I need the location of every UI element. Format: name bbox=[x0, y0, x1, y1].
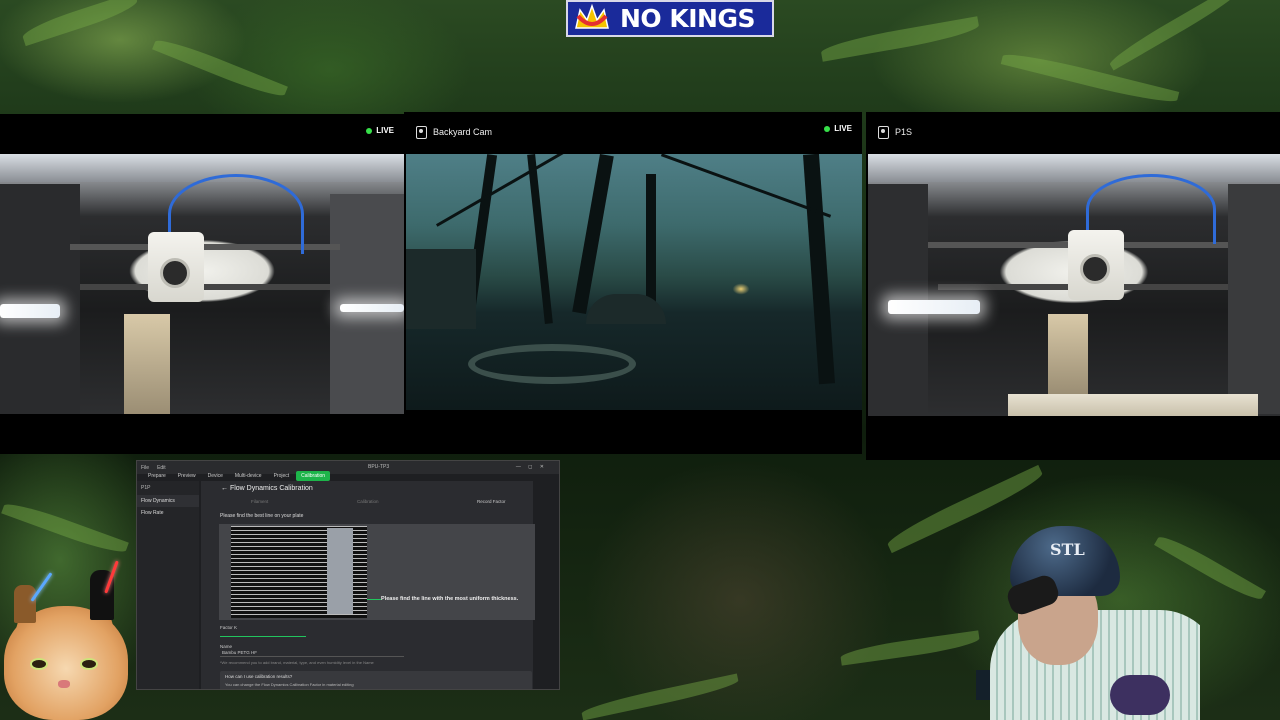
camera-title: Backyard Cam bbox=[433, 127, 493, 137]
backyard-camera-feed bbox=[406, 154, 862, 410]
window-title: BPU-TP3 bbox=[368, 464, 390, 470]
live-label: LIVE bbox=[376, 126, 394, 135]
calibration-plate-image bbox=[231, 526, 367, 618]
live-indicator: LIVE bbox=[824, 124, 852, 133]
logo-text: NO KINGS bbox=[620, 4, 756, 33]
back-arrow-icon[interactable]: ← bbox=[221, 485, 230, 492]
tab-preview[interactable]: Preview bbox=[173, 471, 201, 481]
crown-icon bbox=[572, 2, 612, 35]
factor-k-input[interactable] bbox=[220, 631, 306, 637]
faq-answer: You can change the Flow Dynamics Calibra… bbox=[225, 682, 354, 687]
factor-k-label: Factor K bbox=[220, 625, 238, 630]
streamer-webcam: STL bbox=[960, 520, 1200, 720]
instruction-text: Please find the best line on your plate bbox=[220, 513, 304, 519]
camera-panel-left[interactable]: LIVE bbox=[0, 114, 404, 454]
faq-box: How can I use calibration results? You c… bbox=[220, 671, 532, 689]
app-tabbar: Prepare Preview Device Multi-device Proj… bbox=[137, 470, 332, 481]
tab-calibration[interactable]: Calibration bbox=[296, 470, 331, 481]
no-kings-logo: NO KINGS bbox=[566, 0, 774, 37]
camera-title: P1S bbox=[895, 127, 913, 137]
printer-selector[interactable]: P1P bbox=[137, 481, 199, 495]
step-calibration: Calibration bbox=[357, 499, 379, 504]
sidebar-item-flow-rate[interactable]: Flow Rate bbox=[137, 507, 199, 519]
p1s-camera-feed bbox=[868, 154, 1280, 416]
live-label: LIVE bbox=[834, 124, 852, 133]
step-record-factor: Record Factor bbox=[477, 499, 506, 504]
tab-multi-device[interactable]: Multi-device bbox=[230, 471, 267, 481]
tab-prepare[interactable]: Prepare bbox=[143, 471, 171, 481]
window-controls[interactable]: — ◻ ✕ bbox=[516, 464, 547, 470]
live-dot-icon bbox=[366, 127, 373, 134]
calibration-main-panel: ← Flow Dynamics Calibration Filament Cal… bbox=[201, 481, 535, 689]
camera-header bbox=[0, 114, 404, 154]
camera-header: P1S bbox=[866, 112, 1280, 152]
plate-message: Please find the line with the most unifo… bbox=[381, 596, 519, 602]
camera-header: Backyard Cam bbox=[404, 112, 862, 152]
pointer-arrow bbox=[367, 599, 381, 600]
camera-panel-backyard[interactable]: Backyard Cam LIVE bbox=[404, 112, 862, 454]
step-filament: Filament bbox=[251, 499, 269, 504]
live-indicator: LIVE bbox=[366, 126, 394, 135]
camera-panel-p1s[interactable]: P1S bbox=[866, 112, 1280, 460]
step-indicator: Filament Calibration Record Factor bbox=[221, 499, 533, 509]
camera-icon bbox=[878, 125, 889, 139]
page-title-text: Flow Dynamics Calibration bbox=[229, 485, 313, 492]
calibration-sidebar: P1P Flow Dynamics Flow Rate bbox=[137, 481, 199, 689]
sidebar-item-flow-dynamics[interactable]: Flow Dynamics bbox=[137, 495, 199, 507]
live-dot-icon bbox=[824, 125, 831, 132]
faq-question: How can I use calibration results? bbox=[225, 674, 293, 679]
plate-preview: Please find the line with the most unifo… bbox=[219, 524, 535, 620]
helmet-text: STL bbox=[1050, 540, 1085, 559]
name-hint: *We recommend you to add brand, material… bbox=[220, 660, 374, 665]
jedi-figurine bbox=[14, 585, 36, 623]
camera-icon bbox=[416, 125, 427, 139]
name-label: Name bbox=[220, 644, 233, 649]
printer-camera-feed bbox=[0, 154, 404, 414]
tab-device[interactable]: Device bbox=[203, 471, 228, 481]
tab-project[interactable]: Project bbox=[269, 471, 295, 481]
calibration-app-window[interactable]: File Edit BPU-TP3 — ◻ ✕ Prepare Preview … bbox=[136, 460, 560, 690]
page-title: ← Flow Dynamics Calibration bbox=[221, 485, 313, 492]
